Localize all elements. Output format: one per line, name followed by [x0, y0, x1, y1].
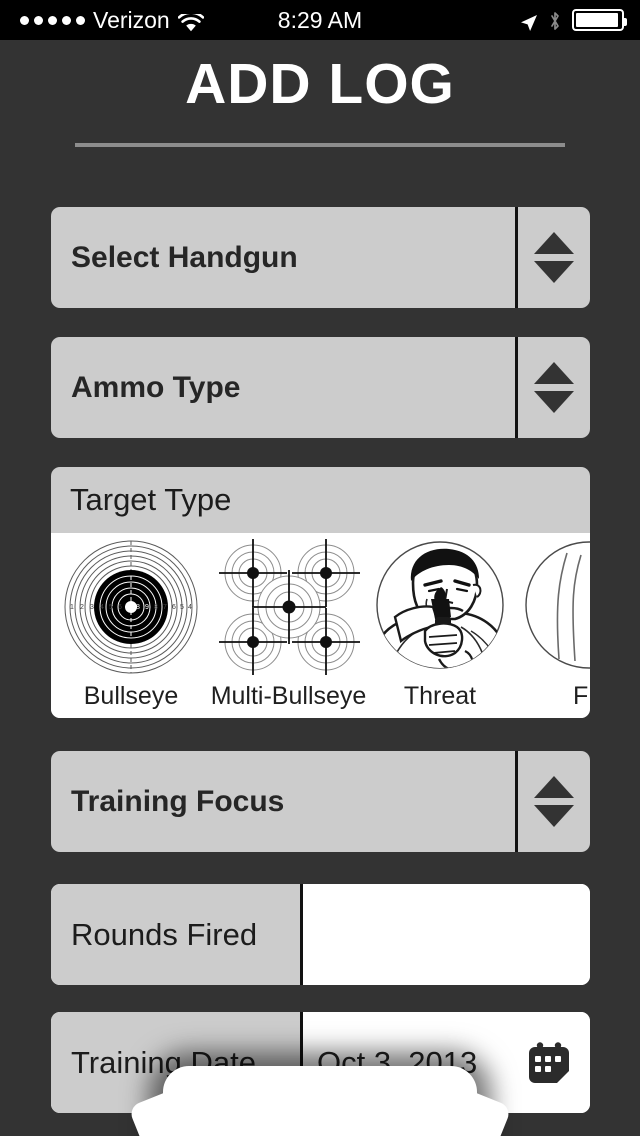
target-option-caption: Multi-Bullseye	[210, 682, 367, 710]
triangle-down-icon[interactable]	[534, 261, 574, 283]
target-option-caption: Bullseye	[83, 682, 179, 710]
page-title: ADD LOG	[185, 52, 455, 116]
rounds-fired-label: Rounds Fired	[51, 884, 303, 985]
svg-text:8: 8	[136, 604, 140, 611]
clock-label: 8:29 AM	[277, 6, 363, 33]
target-type-label: Target Type	[70, 482, 232, 517]
select-handgun-field[interactable]: Select Handgun	[51, 207, 590, 308]
svg-text:8: 8	[154, 604, 158, 611]
triangle-up-icon[interactable]	[534, 362, 574, 384]
battery-icon	[572, 9, 627, 31]
select-handgun-label: Select Handgun	[71, 240, 298, 274]
triangle-up-icon[interactable]	[534, 232, 574, 254]
target-option-multi-bullseye[interactable]: Multi-Bullseye	[211, 533, 366, 711]
bluetooth-icon	[549, 10, 561, 30]
calendar-icon[interactable]	[526, 1041, 572, 1085]
select-handgun-stepper[interactable]	[515, 207, 590, 308]
bullseye-target-icon: 123 456 789 876 54	[63, 539, 199, 680]
target-option-fbi[interactable]: FB	[514, 533, 590, 711]
status-bar-right	[520, 0, 627, 40]
target-type-gallery[interactable]: 123 456 789 876 54 Bullseye Multi-Bullse…	[51, 533, 590, 718]
triangle-down-icon[interactable]	[534, 391, 574, 413]
svg-text:5: 5	[109, 604, 113, 611]
svg-text:1: 1	[70, 604, 74, 611]
target-option-caption: FB	[573, 682, 590, 710]
svg-text:6: 6	[172, 604, 176, 611]
ammo-type-field[interactable]: Ammo Type	[51, 337, 590, 438]
svg-text:7: 7	[163, 604, 167, 611]
date-picker-popover[interactable]	[163, 1066, 477, 1136]
threat-target-icon	[369, 539, 511, 680]
ammo-type-label: Ammo Type	[71, 370, 241, 404]
training-focus-stepper[interactable]	[515, 751, 590, 852]
svg-text:4: 4	[188, 604, 192, 611]
training-focus-label: Training Focus	[71, 784, 285, 818]
ammo-type-stepper[interactable]	[515, 337, 590, 438]
svg-text:9: 9	[145, 604, 149, 611]
rounds-fired-row: Rounds Fired	[51, 884, 590, 985]
rounds-fired-input[interactable]	[303, 884, 590, 985]
triangle-up-icon[interactable]	[534, 776, 574, 798]
location-arrow-icon	[520, 11, 538, 31]
status-bar: Verizon 8:29 AM	[0, 0, 640, 40]
target-option-threat[interactable]: Threat	[366, 533, 514, 711]
svg-text:7: 7	[127, 604, 131, 611]
fbi-target-icon	[519, 539, 590, 680]
target-option-caption: Threat	[403, 682, 477, 710]
svg-text:2: 2	[80, 604, 84, 611]
target-option-bullseye[interactable]: 123 456 789 876 54 Bullseye	[51, 533, 211, 711]
title-divider	[75, 143, 565, 147]
svg-text:5: 5	[180, 604, 184, 611]
triangle-down-icon[interactable]	[534, 805, 574, 827]
multi-bullseye-target-icon	[216, 539, 362, 680]
training-focus-field[interactable]: Training Focus	[51, 751, 590, 852]
app-screen: Verizon 8:29 AM ADD LOG Select Handgun A…	[0, 0, 640, 1136]
svg-text:4: 4	[100, 604, 104, 611]
svg-text:6: 6	[118, 604, 122, 611]
svg-text:3: 3	[90, 604, 94, 611]
target-type-card: Target Type 1 2 3 4 5 6 7 8 9 8 7 6 5 4 …	[51, 467, 590, 718]
